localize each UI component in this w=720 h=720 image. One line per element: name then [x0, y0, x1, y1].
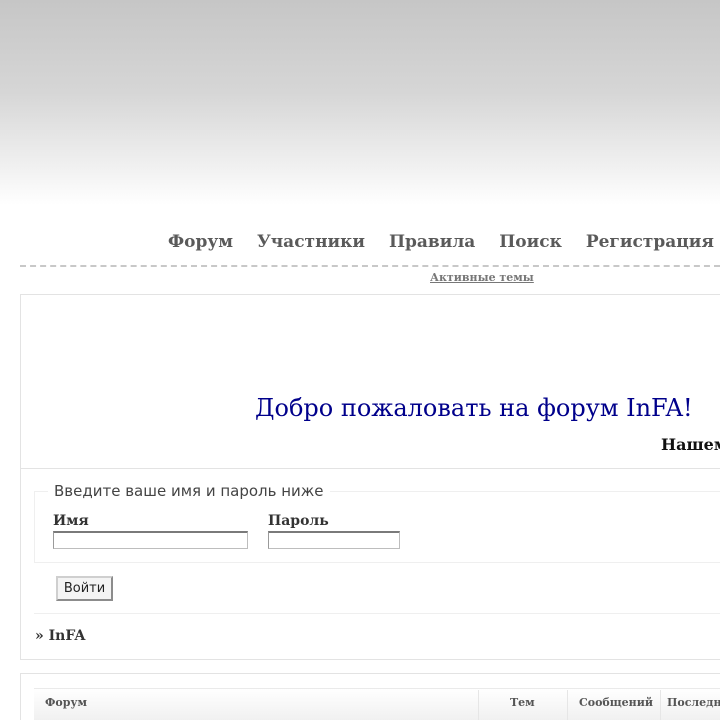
username-input[interactable] [53, 531, 248, 549]
login-fieldset [34, 491, 720, 563]
nav-link-rules[interactable]: Правила [389, 232, 475, 252]
username-label: Имя [53, 513, 89, 529]
login-separator [34, 613, 720, 614]
welcome-message: Добро пожаловать на форум InFA! [255, 394, 693, 422]
announcement-text: Нашем [661, 435, 720, 454]
header-banner [0, 0, 720, 205]
column-header-last-post: Последн [667, 696, 720, 709]
announcement-panel [20, 294, 720, 469]
login-legend: Введите ваше имя и пароль ниже [48, 482, 330, 500]
forum-page: Форум Участники Правила Поиск Регистраци… [0, 0, 720, 720]
nav-link-members[interactable]: Участники [257, 232, 365, 252]
column-separator [478, 690, 479, 720]
nav-link-search[interactable]: Поиск [499, 232, 562, 252]
password-label: Пароль [268, 513, 329, 529]
password-input[interactable] [268, 531, 400, 549]
column-header-forum: Форум [45, 696, 88, 709]
login-button[interactable]: Войти [56, 576, 113, 601]
column-separator [567, 690, 568, 720]
column-separator [660, 690, 661, 720]
nav-divider [20, 265, 720, 267]
nav-link-forum[interactable]: Форум [168, 232, 233, 252]
breadcrumb-forum-link[interactable]: InFA [49, 628, 86, 644]
column-header-posts: Сообщений [579, 696, 654, 709]
column-header-topics: Тем [510, 696, 535, 709]
breadcrumb: » InFA [35, 628, 85, 644]
active-topics-link[interactable]: Активные темы [430, 271, 534, 284]
main-nav: Форум Участники Правила Поиск Регистраци… [168, 232, 720, 252]
breadcrumb-separator: » [35, 628, 44, 644]
nav-link-register[interactable]: Регистрация [586, 232, 714, 252]
